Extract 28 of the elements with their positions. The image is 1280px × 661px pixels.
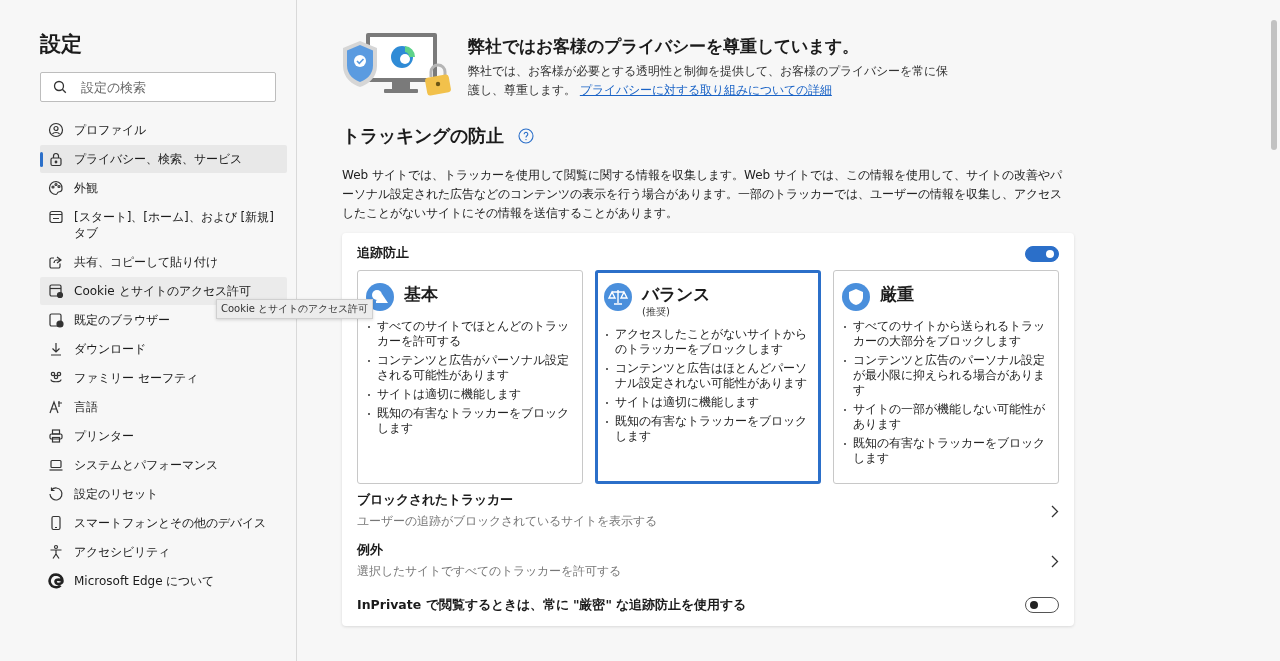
tooltip: Cookie とサイトのアクセス許可 [216,299,374,319]
banner-text: 弊社では、お客様が必要とする透明性と制御を提供して、お客様のプライバシーを常に保護し、尊重します。 プライバシーに対する取り組みについての詳細 [468,63,949,99]
link-title: 例外 [357,542,384,559]
bullet-text: コンテンツと広告はほとんどパーソナル設定されない可能性があります [615,361,808,391]
level-title: 厳重 [880,283,914,305]
bullet-text: 既知の有害なトラッカーをブロックします [377,406,570,436]
level-subtitle: (推奨) [642,305,671,319]
bullet-text: 既知の有害なトラッカーをブロックします [615,414,808,444]
link-subtitle: 選択したサイトですべてのトラッカーを許可する [357,563,621,580]
level-title: バランス [642,283,710,305]
bullet-text: サイトの一部が機能しない可能性があります [853,402,1046,432]
link-subtitle: ユーザーの追跡がブロックされているサイトを表示する [357,513,657,530]
bullet-text: コンテンツと広告のパーソナル設定が最小限に抑えられる場合があります [853,353,1046,398]
link-title: ブロックされたトラッカー [357,492,514,509]
bullet-text: アクセスしたことがないサイトからのトラッカーをブロックします [615,327,808,357]
bullet-text: すべてのサイトでほとんどのトラッカーを許可する [377,319,570,349]
bullet-text: 既知の有害なトラッカーをブロックします [853,436,1046,466]
bullet-text: サイトは適切に機能します [615,395,759,410]
bullet-text: コンテンツと広告がパーソナル設定される可能性があります [377,353,570,383]
setting-label: InPrivate で閲覧するときは、常に "厳密" な追跡防止を使用する [357,596,747,614]
settings-title: 設定 [40,31,83,58]
level-title: 基本 [404,283,438,305]
banner-title: 弊社ではお客様のプライバシーを尊重しています。 [468,36,860,58]
bullet-text: すべてのサイトから送られるトラッカーの大部分をブロックします [853,319,1046,349]
bullet-text: サイトは適切に機能します [377,387,521,402]
section-title: トラッキングの防止 [342,124,504,148]
description-text: Web サイトでは、トラッカーを使用して閲覧に関する情報を収集します。Web サイトでは、この情報を使用して、サイトの改善やパーソナル設定された広告などのコンテンツの表示を行う場合があります。一部のトラッカーでは、ユーザーの情報を収集し、アクセスしたことがないサイトにその情報を送信することがあります。 [342,167,1063,222]
setting-label: 追跡防止 [357,245,409,262]
